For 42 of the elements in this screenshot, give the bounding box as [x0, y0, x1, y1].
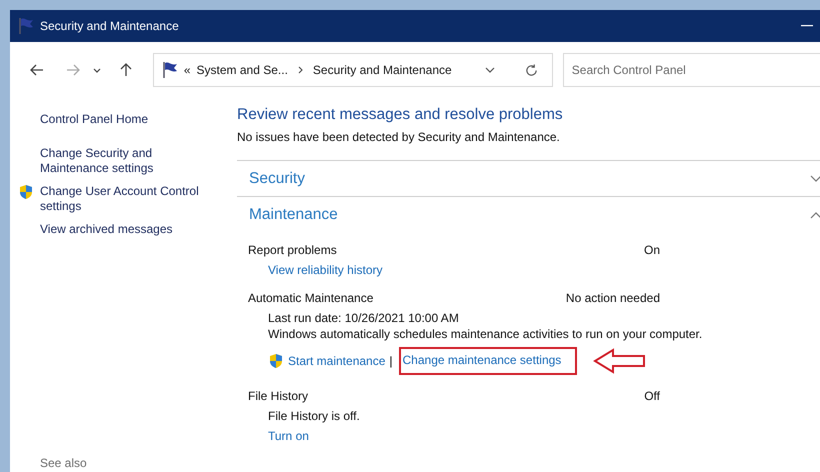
link-separator: |	[389, 354, 393, 368]
item-detail: Last run date: 10/26/2021 10:00 AM	[268, 311, 459, 325]
flag-icon	[162, 61, 178, 79]
item-status: On	[644, 243, 660, 257]
overflow-crumb[interactable]: «	[184, 63, 191, 77]
search-field[interactable]: Search Control Panel	[562, 53, 820, 87]
item-status: Off	[644, 389, 660, 403]
up-arrow-icon[interactable]	[120, 63, 132, 77]
address-bar[interactable]: « System and Se... Security and Maintenance	[152, 53, 553, 87]
section-header[interactable]: Maintenance	[237, 196, 820, 232]
chevron-down-icon[interactable]	[810, 174, 820, 182]
see-also-label: See also	[40, 456, 88, 470]
item-detail: File History is off.	[268, 409, 360, 423]
action-link[interactable]: Turn on	[268, 429, 309, 443]
sidebar-link[interactable]: Change Security and Maintenance settings	[18, 146, 237, 176]
window-title: Security and Maintenance	[40, 19, 180, 33]
page-heading: Review recent messages and resolve problems	[237, 106, 564, 124]
section-header[interactable]: Security	[237, 160, 820, 196]
action-link[interactable]: View reliability history	[268, 263, 382, 277]
breadcrumb[interactable]: Security and Maintenance	[312, 63, 452, 77]
item-name: Automatic Maintenance	[248, 291, 374, 305]
item-detail: Windows automatically schedules maintenance activities to run on your computer.	[268, 327, 702, 341]
caret-icon[interactable]	[93, 68, 102, 72]
breadcrumb[interactable]: System and Se...	[196, 63, 288, 77]
sidebar-link[interactable]: View archived messages	[18, 222, 237, 237]
sidebar-link[interactable]: Change User Account Control settings	[18, 184, 237, 214]
item-name: Report problems	[248, 243, 337, 257]
status-summary: No issues have been detected by Security and Maintenance.	[237, 130, 561, 144]
flag-icon	[18, 17, 34, 35]
item-status: No action needed	[566, 291, 660, 305]
arrow-left-icon	[593, 348, 648, 374]
sidebar-link[interactable]: Control Panel Home	[18, 112, 237, 127]
refresh-icon[interactable]	[524, 64, 538, 76]
action-link[interactable]: Start maintenance	[288, 354, 386, 368]
minimize-icon[interactable]	[801, 25, 813, 27]
back-arrow-icon[interactable]	[30, 64, 44, 76]
chevron-right-icon	[298, 66, 303, 74]
dropdown-icon[interactable]	[484, 67, 495, 73]
shield-icon	[18, 184, 34, 200]
chevron-up-icon[interactable]	[810, 210, 820, 218]
action-link[interactable]: Change maintenance settings	[398, 347, 578, 375]
item-name: File History	[248, 389, 308, 403]
